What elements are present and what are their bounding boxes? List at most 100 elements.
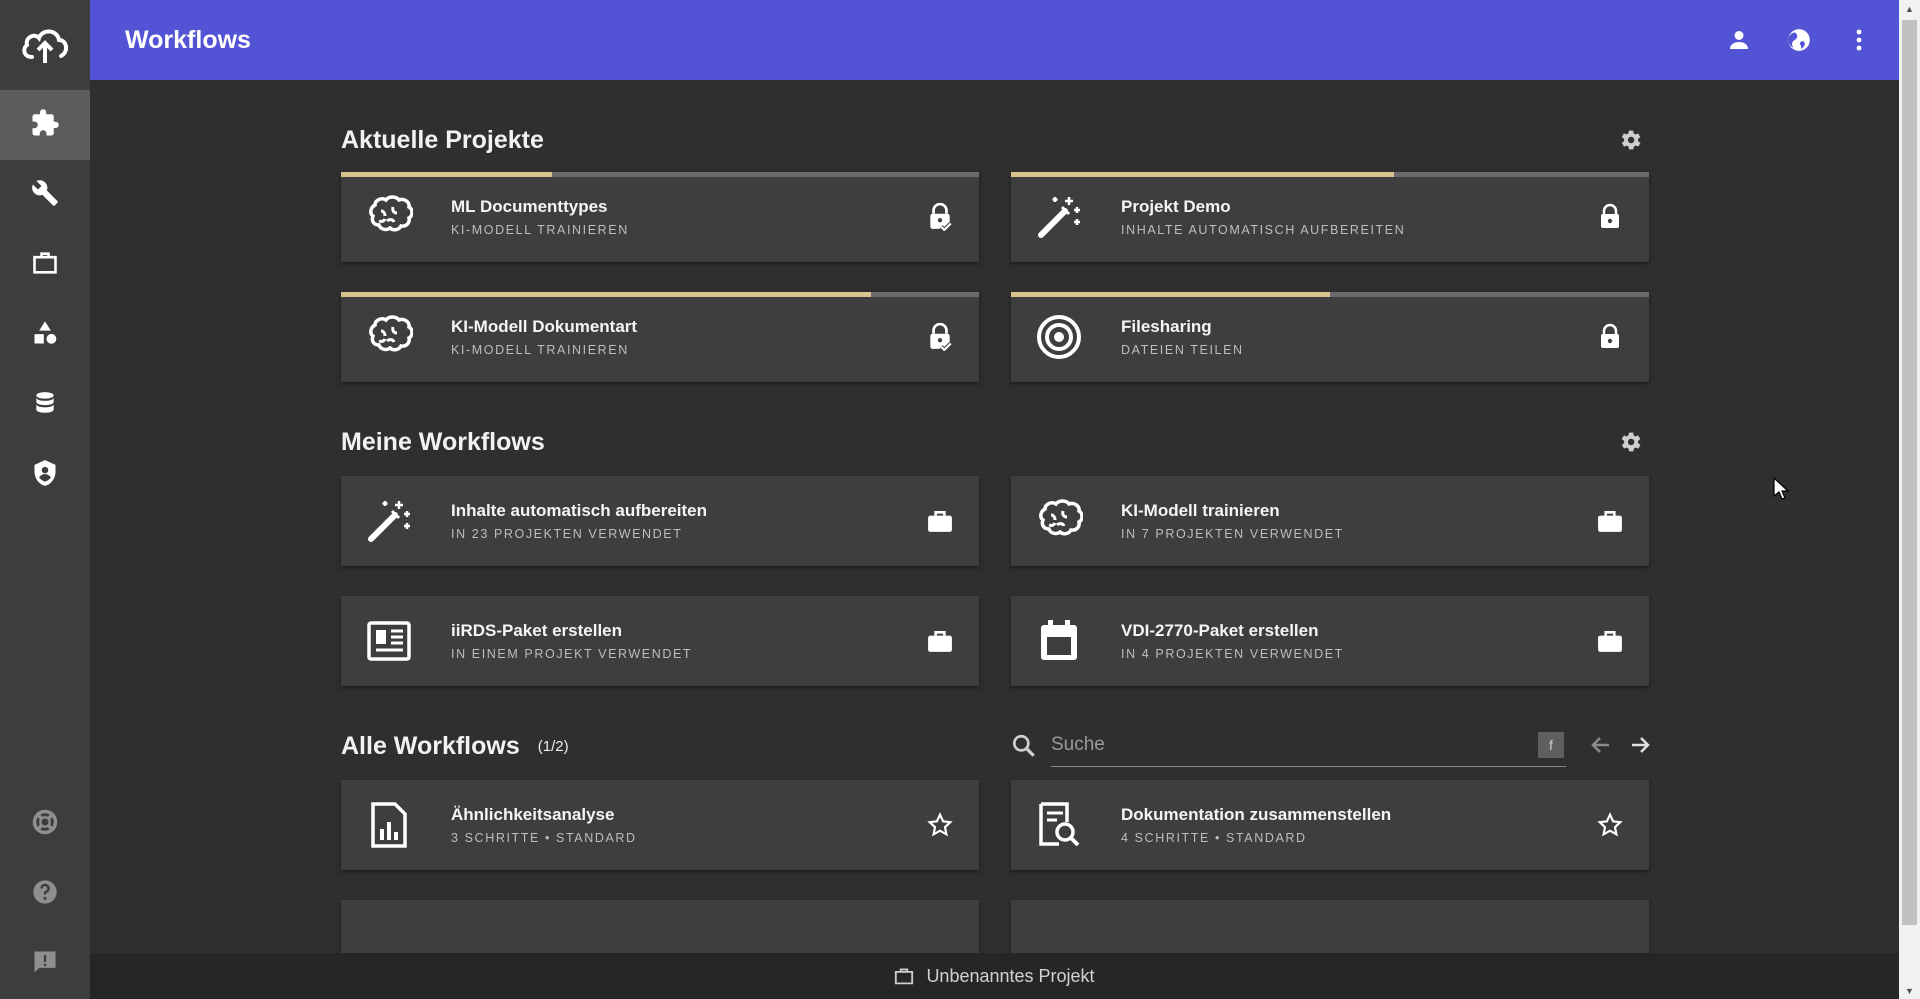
target-icon [1029, 307, 1089, 367]
card-subtitle: 3 SCHRITTE • STANDARD [451, 831, 637, 845]
current-projects-grid: ML Documenttypes KI-MODELL TRAINIEREN Pro… [341, 172, 1649, 382]
scrollbar-thumb[interactable] [1902, 20, 1917, 925]
brain-icon [359, 307, 419, 367]
wrench-icon [31, 179, 59, 212]
project-card[interactable]: ML Documenttypes KI-MODELL TRAINIEREN [341, 172, 979, 262]
search-input[interactable] [1051, 728, 1491, 762]
card-title: Dokumentation zusammenstellen [1121, 805, 1392, 824]
chart-document-icon [359, 795, 419, 855]
card-subtitle: 4 SCHRITTE • STANDARD [1121, 831, 1307, 845]
page-scrollbar[interactable]: ▲ ▼ [1899, 0, 1920, 999]
star-outline-icon[interactable] [925, 810, 955, 840]
card-title: ML Documenttypes [451, 197, 608, 216]
sidebar-item-security[interactable] [0, 440, 90, 510]
search-icon [1011, 733, 1037, 759]
project-card[interactable]: KI-Modell Dokumentart KI-MODELL TRAINIERE… [341, 292, 979, 382]
scroll-up-arrow-icon[interactable]: ▲ [1899, 0, 1920, 17]
card-title: Filesharing [1121, 317, 1212, 336]
page-title: Workflows [125, 25, 251, 54]
brain-icon [359, 187, 419, 247]
card-subtitle: KI-MODELL TRAINIEREN [451, 343, 629, 357]
sidebar-item-feedback[interactable] [0, 929, 90, 999]
sidebar-item-help[interactable] [0, 859, 90, 929]
section-title: Aktuelle Projekte [341, 125, 544, 154]
briefcase-icon[interactable] [925, 506, 955, 536]
document-search-icon [1029, 795, 1089, 855]
my-workflows-grid: Inhalte automatisch aufbereiten IN 23 PRO… [341, 476, 1649, 686]
gear-icon[interactable] [1616, 428, 1644, 456]
current-projects-header: Aktuelle Projekte [341, 110, 1649, 170]
lock-check-icon[interactable] [925, 322, 955, 352]
briefcase-icon[interactable] [1595, 506, 1625, 536]
globe-icon[interactable] [1784, 25, 1814, 55]
briefcase-icon[interactable] [1595, 626, 1625, 656]
arrow-right-icon[interactable] [1625, 730, 1655, 760]
sidebar-item-workflows[interactable] [0, 90, 90, 160]
gear-icon[interactable] [1616, 126, 1644, 154]
lifebuoy-icon [31, 808, 59, 841]
card-title: VDI-2770-Paket erstellen [1121, 621, 1319, 640]
project-progress-bar [341, 172, 979, 177]
card-title: KI-Modell trainieren [1121, 501, 1280, 520]
briefcase-outline-icon [894, 967, 914, 985]
my-workflows-header: Meine Workflows [341, 412, 1649, 472]
card-subtitle: IN 4 PROJEKTEN VERWENDET [1121, 647, 1344, 661]
card-subtitle: KI-MODELL TRAINIEREN [451, 223, 629, 237]
account-icon[interactable] [1724, 25, 1754, 55]
project-progress-bar [341, 292, 979, 297]
filter-badge[interactable]: f [1538, 732, 1564, 758]
sidebar-item-projects[interactable] [0, 230, 90, 300]
workflow-card[interactable]: Inhalte automatisch aufbereiten IN 23 PRO… [341, 476, 979, 566]
lock-icon[interactable] [1595, 322, 1625, 352]
project-progress-bar [1011, 172, 1649, 177]
card-subtitle: IN EINEM PROJEKT VERWENDET [451, 647, 693, 661]
workflow-search: f [1011, 716, 1651, 776]
project-card[interactable]: Filesharing DATEIEN TEILEN [1011, 292, 1649, 382]
scroll-down-arrow-icon[interactable]: ▼ [1899, 982, 1920, 999]
magic-wand-icon [1029, 187, 1089, 247]
help-circle-icon [31, 878, 59, 911]
mouse-cursor-icon [1773, 476, 1790, 506]
shapes-icon [31, 319, 59, 352]
more-vertical-icon[interactable] [1844, 25, 1874, 55]
workflow-card[interactable]: VDI-2770-Paket erstellen IN 4 PROJEKTEN V… [1011, 596, 1649, 686]
calendar-package-icon [1029, 611, 1089, 671]
card-title: iiRDS-Paket erstellen [451, 621, 623, 640]
all-workflows-header: Alle Workflows (1/2) f [341, 716, 1651, 776]
workflow-card[interactable]: KI-Modell trainieren IN 7 PROJEKTEN VERWE… [1011, 476, 1649, 566]
main-content: Aktuelle Projekte ML Documenttypes KI-MOD… [341, 80, 1651, 990]
magic-wand-icon [359, 491, 419, 551]
briefcase-outline-icon [31, 249, 59, 282]
card-subtitle: DATEIEN TEILEN [1121, 343, 1244, 357]
lock-icon[interactable] [1595, 202, 1625, 232]
card-subtitle: IN 7 PROJEKTEN VERWENDET [1121, 527, 1344, 541]
feedback-alert-icon [31, 948, 59, 981]
card-subtitle: INHALTE AUTOMATISCH AUFBEREITEN [1121, 223, 1406, 237]
sidebar-item-tools[interactable] [0, 160, 90, 230]
arrow-left-icon[interactable] [1586, 730, 1616, 760]
workflow-card[interactable]: Dokumentation zusammenstellen 4 SCHRITTE … [1011, 780, 1649, 870]
section-title: Alle Workflows [341, 731, 520, 760]
card-title: Projekt Demo [1121, 197, 1231, 216]
database-icon [32, 389, 58, 422]
current-project-label: Unbenanntes Projekt [926, 965, 1095, 986]
page-count: (1/2) [537, 737, 569, 755]
project-card[interactable]: Projekt Demo INHALTE AUTOMATISCH AUFBEREI… [1011, 172, 1649, 262]
card-title: KI-Modell Dokumentart [451, 317, 638, 336]
card-title: Inhalte automatisch aufbereiten [451, 501, 707, 520]
puzzle-icon [30, 108, 60, 143]
workflow-card[interactable]: Ähnlichkeitsanalyse 3 SCHRITTE • STANDARD [341, 780, 979, 870]
star-outline-icon[interactable] [1595, 810, 1625, 840]
card-title: Ähnlichkeitsanalyse [451, 805, 615, 824]
sidebar [0, 0, 90, 999]
workflow-card[interactable]: iiRDS-Paket erstellen IN EINEM PROJEKT VE… [341, 596, 979, 686]
sidebar-item-database[interactable] [0, 370, 90, 440]
footer-project-bar[interactable]: Unbenanntes Projekt [90, 953, 1899, 999]
project-progress-bar [1011, 292, 1649, 297]
sidebar-item-shapes[interactable] [0, 300, 90, 370]
search-field: f [1051, 728, 1566, 767]
cloud-upload-logo-icon[interactable] [0, 0, 90, 90]
briefcase-icon[interactable] [925, 626, 955, 656]
lock-check-icon[interactable] [925, 202, 955, 232]
sidebar-item-support[interactable] [0, 789, 90, 859]
